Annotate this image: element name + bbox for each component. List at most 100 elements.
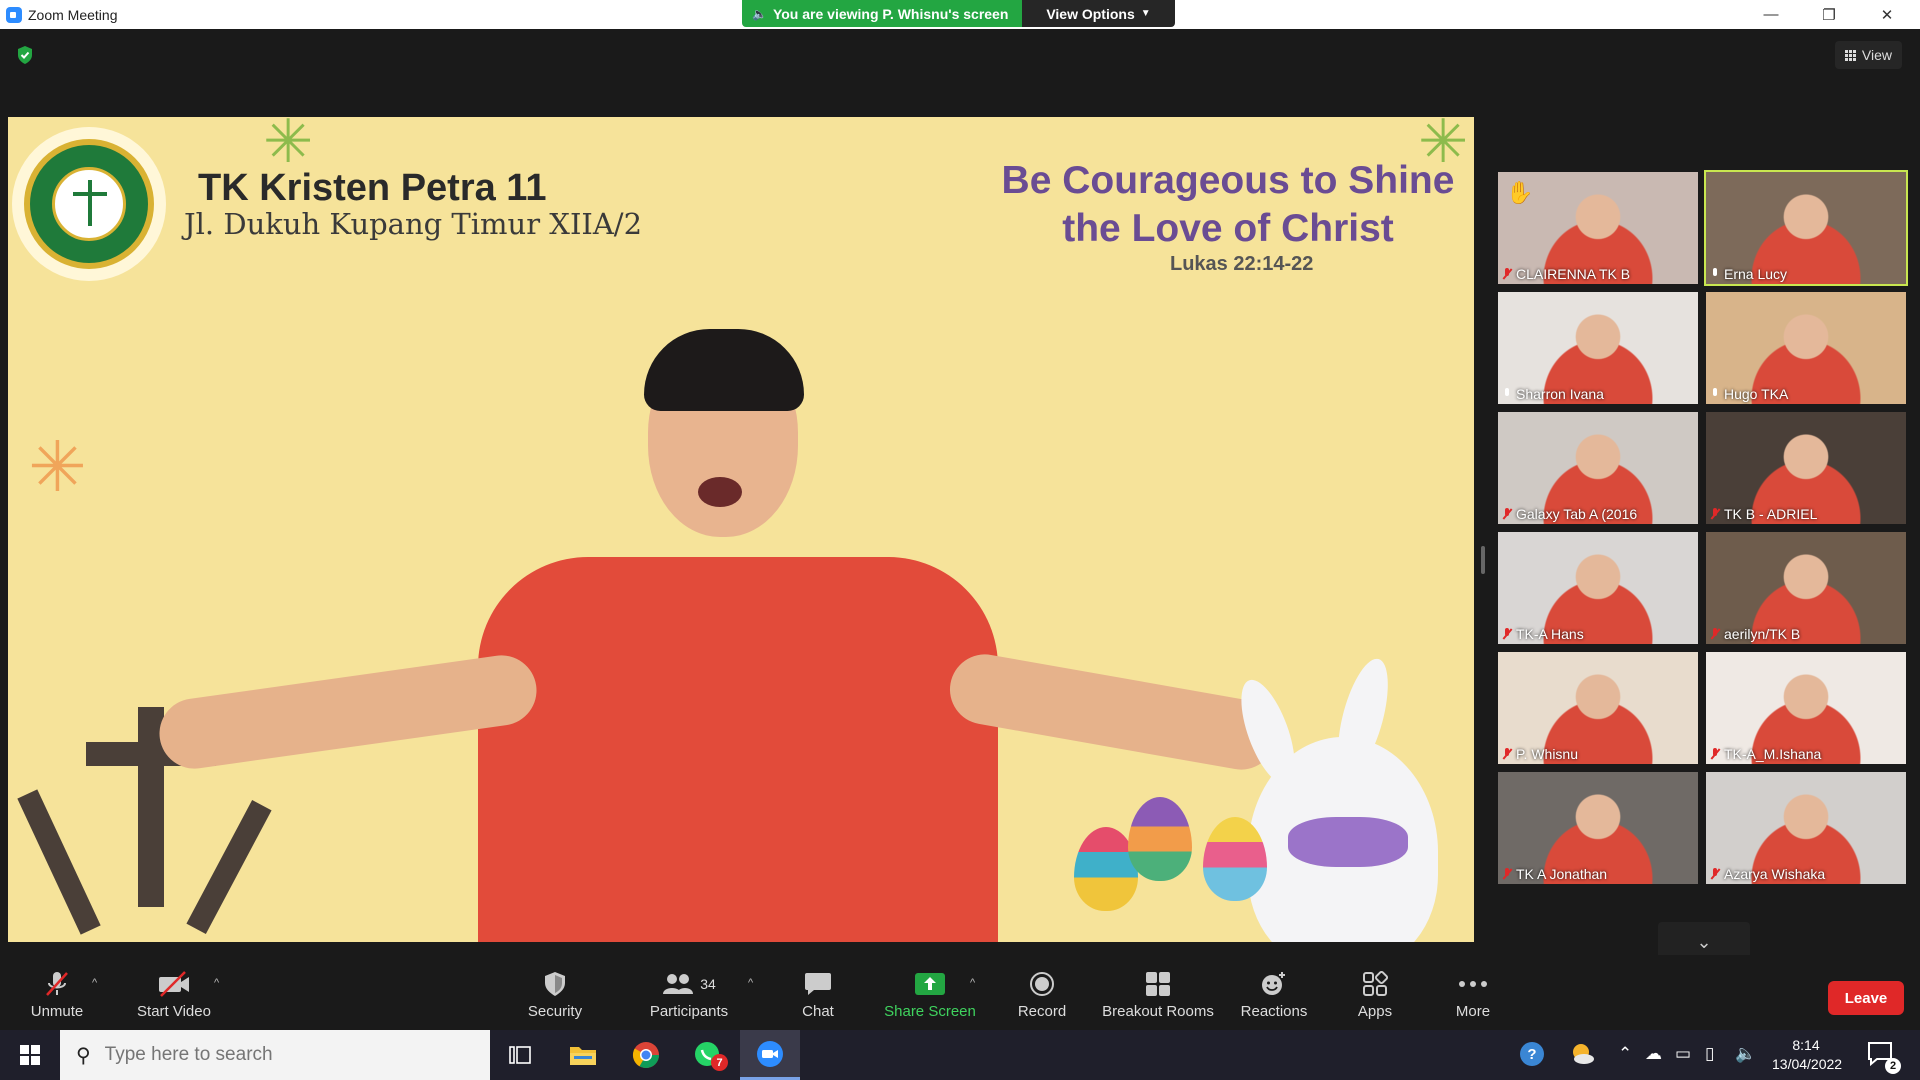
participant-name-label: aerilyn/TK B — [1710, 626, 1800, 642]
weather-icon[interactable] — [1568, 1040, 1596, 1073]
participants-button[interactable]: 34 Participants — [645, 969, 733, 1025]
volume-icon[interactable]: 🔈 — [1735, 1044, 1756, 1064]
participants-label: Participants — [649, 1003, 729, 1020]
participant-tile[interactable]: Galaxy Tab A (2016 — [1498, 412, 1698, 524]
network-icon[interactable]: ▭ — [1675, 1044, 1691, 1064]
whatsapp-button[interactable]: 7 — [678, 1030, 738, 1080]
motto-line-2: the Love of Christ — [1062, 207, 1394, 250]
zoom-app-icon — [6, 6, 22, 23]
chrome-button[interactable] — [616, 1030, 676, 1080]
microphone-muted-icon — [1710, 748, 1720, 760]
shield-icon — [543, 969, 567, 999]
apps-icon — [1362, 969, 1388, 999]
participants-options-caret[interactable]: ^ — [748, 977, 753, 989]
share-screen-icon — [914, 969, 946, 999]
share-options-caret[interactable]: ^ — [970, 977, 975, 989]
viewing-banner-text: You are viewing P. Whisnu's screen — [772, 5, 1009, 22]
participant-tile[interactable]: TK B - ADRIEL — [1706, 412, 1906, 524]
task-view-button[interactable] — [490, 1030, 550, 1080]
security-button[interactable]: Security — [520, 969, 590, 1025]
reactions-button[interactable]: Reactions — [1240, 969, 1308, 1025]
leave-button[interactable]: Leave — [1828, 981, 1904, 1015]
participant-tile[interactable]: TK-A Hans — [1498, 532, 1698, 644]
breakout-rooms-label: Breakout Rooms — [1102, 1003, 1214, 1020]
more-button[interactable]: More — [1448, 969, 1498, 1025]
participant-tile[interactable]: TK-A_M.Ishana — [1706, 652, 1906, 764]
participant-tile[interactable]: P. Whisnu — [1498, 652, 1698, 764]
taskbar-clock[interactable]: 8:14 13/04/2022 — [1772, 1036, 1843, 1074]
onedrive-icon[interactable]: ☁ — [1645, 1044, 1662, 1064]
participant-tile[interactable]: ✋ CLAIRENNA TK B — [1498, 172, 1698, 284]
unmute-button[interactable]: Unmute — [24, 969, 90, 1025]
file-explorer-button[interactable] — [553, 1030, 613, 1080]
star-decoration: ✳ — [28, 428, 87, 506]
chat-bubble-icon — [804, 969, 832, 999]
record-button[interactable]: Record — [1016, 969, 1068, 1025]
apps-button[interactable]: Apps — [1352, 969, 1398, 1025]
restore-icon: ❐ — [1822, 6, 1836, 24]
video-options-caret[interactable]: ^ — [214, 977, 219, 989]
microphone-muted-icon — [1502, 268, 1512, 280]
view-button[interactable]: View — [1834, 41, 1902, 69]
start-button[interactable] — [0, 1030, 60, 1080]
chat-button[interactable]: Chat — [795, 969, 841, 1025]
participant-name-label: TK A Jonathan — [1502, 866, 1607, 882]
folder-icon — [570, 1047, 596, 1065]
audio-options-caret[interactable]: ^ — [92, 977, 97, 989]
share-screen-button[interactable]: Share Screen — [880, 969, 980, 1025]
participant-name: TK A Jonathan — [1516, 866, 1608, 882]
participant-name: Azarya Wishaka — [1724, 866, 1826, 882]
show-hidden-icons-button[interactable]: ⌃ — [1618, 1044, 1632, 1064]
participant-name-label: Hugo TKA — [1710, 386, 1788, 402]
microphone-muted-icon — [44, 969, 70, 999]
windows-taskbar: ⚲ 7 ? ⌃ ☁ ▭ ▯ 🔈 8:14 13/04/2022 2 — [0, 1030, 1920, 1080]
easter-egg — [1128, 797, 1192, 881]
participant-tile[interactable]: Azarya Wishaka — [1706, 772, 1906, 884]
raised-hand-icon: ✋ — [1506, 180, 1534, 205]
svg-text:?: ? — [1527, 1046, 1536, 1063]
microphone-muted-icon — [1710, 868, 1720, 880]
close-button[interactable]: ✕ — [1858, 0, 1916, 29]
chevron-down-icon: ▼ — [1140, 8, 1151, 19]
participant-name: CLAIRENNA TK B — [1516, 266, 1631, 282]
taskbar-search[interactable]: ⚲ — [60, 1030, 490, 1080]
battery-icon[interactable]: ▯ — [1705, 1044, 1714, 1064]
participant-name-label: Galaxy Tab A (2016 — [1502, 506, 1637, 522]
start-video-button[interactable]: Start Video — [134, 969, 214, 1025]
participants-icon-group: 34 — [662, 969, 716, 999]
breakout-rooms-button[interactable]: Breakout Rooms — [1100, 969, 1216, 1025]
microphone-icon — [1710, 268, 1720, 280]
cross-decoration — [17, 789, 101, 935]
participant-name: aerilyn/TK B — [1724, 626, 1801, 642]
speaker-icon: 🔈 — [752, 6, 767, 21]
clock-date: 13/04/2022 — [1772, 1056, 1843, 1072]
clock-time: 8:14 — [1792, 1037, 1820, 1053]
shared-screen[interactable]: ✳ ✳ ✳ TK Kristen Petra 11 Jl. Dukuh Kupa… — [8, 117, 1474, 942]
participant-name-label: TK-A_M.Ishana — [1710, 746, 1821, 762]
minimize-icon: — — [1763, 6, 1779, 23]
bible-verse: Lukas 22:14-22 — [1170, 253, 1314, 275]
microphone-icon — [1502, 388, 1512, 400]
view-button-label: View — [1861, 47, 1892, 63]
restore-button[interactable]: ❐ — [1800, 0, 1858, 29]
unmute-label: Unmute — [30, 1003, 84, 1020]
minimize-button[interactable]: — — [1742, 0, 1800, 29]
participant-name-label: P. Whisnu — [1502, 746, 1578, 762]
participant-tile[interactable]: Erna Lucy — [1704, 170, 1908, 286]
child-hair — [644, 329, 804, 411]
help-icon[interactable]: ? — [1518, 1040, 1546, 1073]
bunny-bow — [1288, 817, 1408, 867]
participant-tile[interactable]: TK A Jonathan — [1498, 772, 1698, 884]
participant-tile[interactable]: Sharron Ivana — [1498, 292, 1698, 404]
view-options-label: View Options — [1046, 5, 1135, 22]
record-label: Record — [1017, 1003, 1067, 1020]
zoom-taskbar-button[interactable] — [740, 1030, 800, 1080]
panel-splitter-handle[interactable] — [1481, 546, 1485, 574]
taskbar-search-input[interactable] — [104, 1044, 465, 1066]
participant-name: Galaxy Tab A (2016 — [1516, 506, 1638, 522]
video-camera-off-icon — [157, 969, 191, 999]
view-options-button[interactable]: View Options ▼ — [1022, 0, 1175, 27]
participant-tile[interactable]: aerilyn/TK B — [1706, 532, 1906, 644]
encryption-shield-icon[interactable] — [16, 45, 34, 65]
participant-tile[interactable]: Hugo TKA — [1706, 292, 1906, 404]
